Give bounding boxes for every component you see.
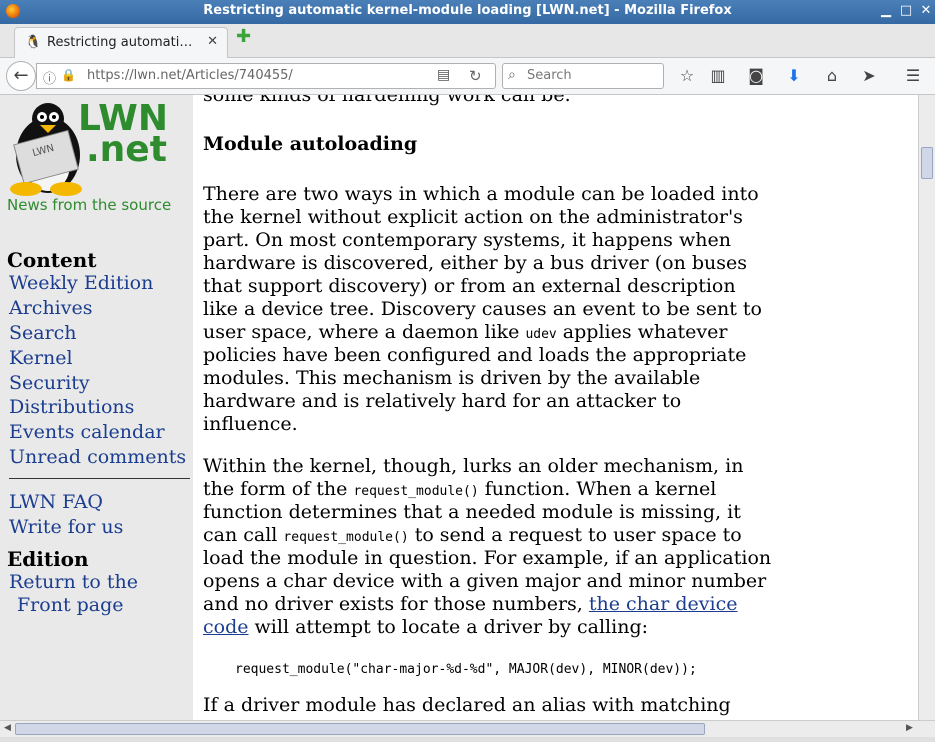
text-line: that support discovery) or from an exter…	[203, 275, 736, 297]
text: user space, where a daemon like	[203, 321, 526, 343]
text-line: If a driver module has declared an alias…	[203, 694, 731, 716]
text-line: code will attempt to locate a driver by …	[203, 616, 783, 639]
horizontal-scrollbar[interactable]: ◀ ▶	[0, 720, 935, 737]
text-line: and no driver exists for those numbers, …	[203, 593, 783, 616]
sidebar-link-distributions[interactable]: Distributions	[9, 396, 134, 418]
text: to send a request to user space to	[408, 524, 742, 546]
sidebar-link-write-for-us[interactable]: Write for us	[9, 516, 123, 538]
reading-list-icon[interactable]: ▥	[707, 65, 729, 87]
sidebar-link-search[interactable]: Search	[9, 322, 77, 344]
text: function. When a kernel	[478, 478, 717, 500]
sidebar-link-security[interactable]: Security	[9, 372, 90, 394]
text-line: policies have been configured and loads …	[203, 344, 747, 366]
sidebar-link-lwn-faq[interactable]: LWN FAQ	[9, 491, 103, 513]
char-device-link-cont[interactable]: code	[203, 616, 249, 638]
article-content: some kinds of hardening work can be. Mod…	[193, 95, 918, 720]
vertical-scroll-thumb[interactable]	[921, 147, 933, 179]
code-block: request_module("char-major-%d-%d", MAJOR…	[235, 662, 697, 677]
text-line: load the module in question. For example…	[203, 547, 772, 569]
text-line: the kernel without explicit action on th…	[203, 206, 743, 228]
tab-close-icon[interactable]: ✕	[207, 34, 218, 49]
sidebar-link-kernel[interactable]: Kernel	[9, 347, 73, 369]
maximize-button[interactable]: □	[898, 3, 914, 19]
text-line: There are two ways in which a module can…	[203, 183, 759, 205]
text-line: hardware is discovered, either by a bus …	[203, 252, 747, 274]
text: applies whatever	[556, 321, 728, 343]
sidebar-heading-content: Content	[7, 248, 97, 272]
tab-label: Restricting automati…	[47, 35, 193, 50]
text-line: some kinds of hardening work can be.	[203, 95, 571, 106]
search-icon: ⌕	[508, 67, 516, 83]
scroll-left-arrow-icon[interactable]: ◀	[4, 723, 11, 733]
reload-icon[interactable]: ↻	[469, 67, 482, 85]
back-button[interactable]: ←	[6, 61, 36, 91]
window-titlebar: Restricting automatic kernel-module load…	[0, 0, 935, 24]
logo-text-net: .net	[86, 129, 167, 170]
text: can call	[203, 524, 284, 546]
text-line: like a device tree. Discovery causes an …	[203, 298, 762, 320]
url-bar[interactable]: ⓘ 🔒 https://lwn.net/Articles/740455/ ▤ ↻	[36, 63, 496, 89]
text-line: hardware and is relatively hard for an a…	[203, 390, 682, 412]
text-line: part. On most contemporary systems, it h…	[203, 229, 731, 251]
download-icon[interactable]: ⬇	[783, 65, 805, 87]
text-line: influence.	[203, 413, 298, 435]
sidebar-link-archives[interactable]: Archives	[9, 297, 93, 319]
minimize-button[interactable]: ▁	[878, 3, 894, 19]
sidebar: LWN LWN .net News from the source Conten…	[0, 95, 193, 720]
lock-icon: 🔒	[61, 68, 76, 82]
lwn-logo[interactable]: LWN LWN .net	[4, 95, 190, 200]
site-info-icon[interactable]: ⓘ	[43, 68, 56, 87]
inline-code: request_module()	[283, 530, 409, 545]
pocket-icon[interactable]: ◙	[745, 65, 767, 87]
sidebar-heading-edition: Edition	[7, 547, 89, 571]
url-text[interactable]: https://lwn.net/Articles/740455/	[87, 68, 293, 83]
send-icon[interactable]: ➤	[858, 65, 880, 87]
scroll-right-arrow-icon[interactable]: ▶	[906, 723, 913, 733]
horizontal-scroll-thumb[interactable]	[15, 723, 705, 735]
text: the form of the	[203, 478, 354, 500]
text-line: opens a char device with a given major a…	[203, 570, 767, 592]
inline-code: udev	[525, 327, 557, 342]
sidebar-link-events-calendar[interactable]: Events calendar	[9, 421, 165, 443]
article-heading: Module autoloading	[203, 133, 418, 155]
tab-active[interactable]: 🐧 Restricting automati… ✕	[14, 27, 228, 58]
text-line: the form of the request_module() functio…	[203, 478, 783, 501]
article-paragraph-intro-tail: some kinds of hardening work can be.	[203, 95, 783, 107]
inline-code: request_module()	[353, 484, 479, 499]
text-line: modules. This mechanism is driven by the…	[203, 367, 701, 389]
lwn-tux-favicon-icon: 🐧	[25, 35, 42, 50]
text-line: function determines that a needed module…	[203, 501, 741, 523]
vertical-scrollbar[interactable]	[918, 95, 935, 720]
search-input[interactable]: ⌕ Search	[502, 63, 664, 89]
text-line: Within the kernel, though, lurks an olde…	[203, 455, 744, 477]
article-paragraph-2: Within the kernel, though, lurks an olde…	[203, 455, 783, 639]
article-paragraph-3: If a driver module has declared an alias…	[203, 694, 783, 717]
sidebar-link-weekly-edition[interactable]: Weekly Edition	[9, 272, 153, 294]
navigation-toolbar: ⓘ 🔒 https://lwn.net/Articles/740455/ ▤ ↻…	[0, 58, 935, 95]
home-icon[interactable]: ⌂	[821, 65, 843, 87]
star-icon[interactable]: ☆	[676, 65, 698, 87]
search-placeholder: Search	[527, 68, 572, 83]
window-title: Restricting automatic kernel-module load…	[203, 3, 732, 18]
new-tab-plus-icon[interactable]: ✚	[236, 28, 252, 46]
text: and no driver exists for those numbers,	[203, 593, 589, 615]
window-bottom-edge	[0, 737, 935, 742]
sidebar-link-unread-comments[interactable]: Unread comments	[9, 446, 186, 468]
char-device-link[interactable]: the char device	[589, 593, 738, 615]
text-line: can call request_module() to send a requ…	[203, 524, 783, 547]
close-window-button[interactable]: ✕	[918, 3, 934, 19]
sidebar-link-return-to[interactable]: Return to the	[9, 571, 138, 593]
sidebar-divider	[9, 478, 190, 479]
reader-view-icon[interactable]: ▤	[437, 67, 450, 83]
sidebar-link-front-page[interactable]: Front page	[17, 594, 124, 616]
menu-icon[interactable]: ☰	[902, 65, 924, 87]
text-line: user space, where a daemon like udev app…	[203, 321, 783, 344]
tagline: News from the source	[7, 196, 172, 214]
tab-strip: 🐧 Restricting automati… ✕	[0, 24, 935, 58]
article-paragraph-1: There are two ways in which a module can…	[203, 183, 783, 436]
text: will attempt to locate a driver by calli…	[248, 616, 649, 638]
